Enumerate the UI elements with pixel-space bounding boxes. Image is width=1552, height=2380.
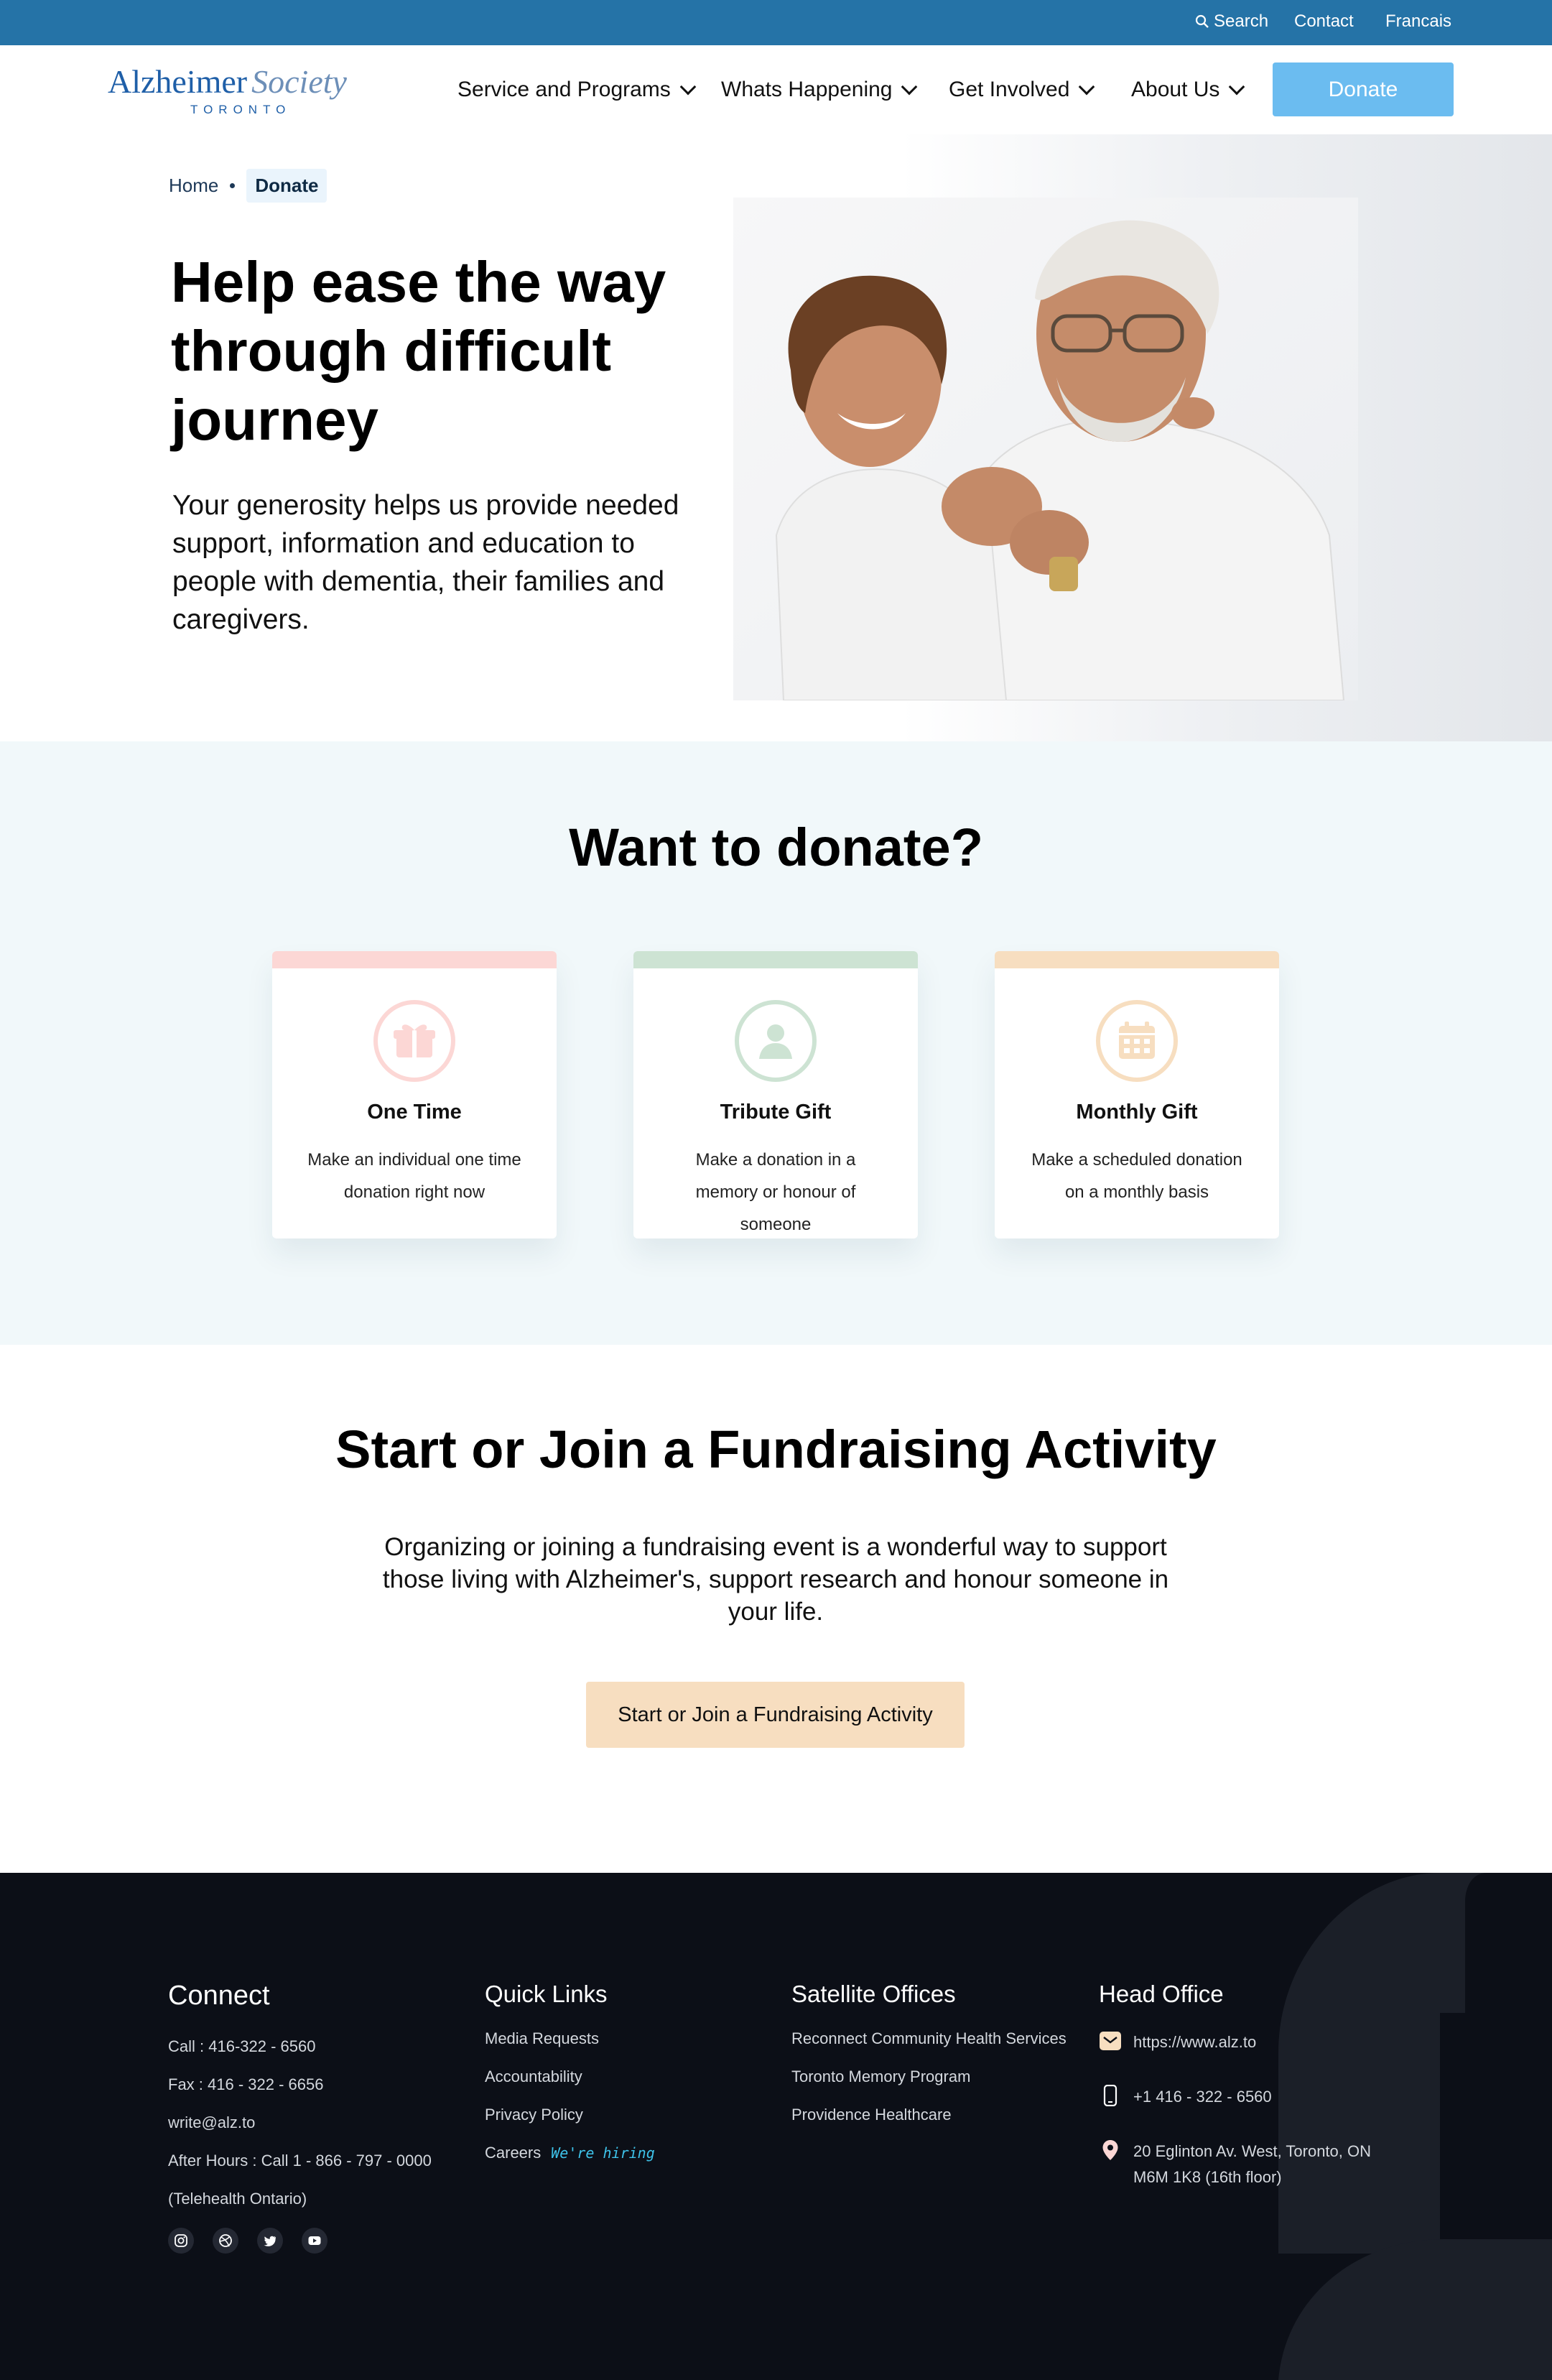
card-description: Make a donation in a memory or honour of… [695, 1150, 856, 1234]
twitter-icon[interactable] [257, 2228, 283, 2254]
gift-icon [373, 1000, 455, 1082]
search-link[interactable]: Search [1195, 11, 1268, 32]
nav-label: Whats Happening [721, 78, 893, 101]
nav-label: Service and Programs [457, 78, 671, 101]
site-footer: Connect Call : 416-322 - 6560 Fax : 416 … [0, 1873, 1552, 2380]
card-tribute-gift[interactable]: Tribute Gift Make a donation in a memory… [633, 951, 918, 1238]
social-links [168, 2228, 432, 2254]
chevron-down-icon [901, 78, 918, 96]
footer-heading: Satellite Offices [791, 1981, 956, 2007]
link-careers[interactable]: Careers We're hiring [485, 2144, 655, 2162]
footer-fax: Fax : 416 - 322 - 6656 [168, 2075, 324, 2093]
head-office-website[interactable]: https://www.alz.to [1099, 2029, 1371, 2055]
language-link[interactable]: Francais [1385, 11, 1451, 32]
hero-section: Home Donate Help ease the way through di… [0, 134, 1552, 741]
phone-icon [1099, 2084, 1122, 2107]
fundraising-title: Start or Join a Fundraising Activity [335, 1420, 1217, 1479]
breadcrumb-home[interactable]: Home [169, 175, 218, 197]
footer-email[interactable]: write@alz.to [168, 2113, 432, 2132]
head-office-address-text: 20 Eglinton Av. West, Toronto, ON M6M 1K8… [1133, 2142, 1371, 2186]
head-office-phone-text: +1 416 - 322 - 6560 [1133, 2088, 1272, 2106]
hero-title: Help ease the way through difficult jour… [171, 250, 666, 452]
instagram-icon[interactable] [168, 2228, 194, 2254]
card-description: Make an individual one time donation rig… [307, 1150, 521, 1202]
top-utility-bar: Search Contact Francais [0, 0, 1552, 45]
location-pin-icon [1099, 2139, 1122, 2162]
head-office-website-text: https://www.alz.to [1133, 2033, 1257, 2051]
nav-label: About Us [1131, 78, 1220, 101]
link-media-requests[interactable]: Media Requests [485, 2029, 655, 2048]
footer-head-office: Head Office https://www.alz.to +1 416 - … [1099, 1981, 1371, 2219]
dribbble-icon[interactable] [213, 2228, 238, 2254]
nav-about-us[interactable]: About Us [1131, 45, 1245, 134]
nav-whats-happening[interactable]: Whats Happening [721, 45, 918, 134]
footer-phone[interactable]: Call : 416-322 - 6560 [168, 2037, 432, 2056]
main-header: Alzheimer Society TORONTO Service and Pro… [0, 45, 1552, 134]
site-logo[interactable]: Alzheimer Society TORONTO [108, 62, 373, 120]
card-top-bar [633, 951, 918, 968]
fundraising-text: Organizing or joining a fundraising even… [382, 1533, 1169, 1626]
head-office-phone[interactable]: +1 416 - 322 - 6560 [1099, 2084, 1371, 2110]
youtube-icon[interactable] [302, 2228, 327, 2254]
footer-heading: Quick Links [485, 1981, 608, 2007]
search-icon [1195, 14, 1209, 28]
nav-get-involved[interactable]: Get Involved [949, 45, 1095, 134]
chevron-down-icon [1079, 78, 1095, 96]
card-monthly-gift[interactable]: Monthly Gift Make a scheduled donation o… [995, 951, 1279, 1238]
logo-city: TORONTO [190, 103, 292, 116]
link-privacy-policy[interactable]: Privacy Policy [485, 2106, 655, 2124]
footer-connect: Connect Call : 416-322 - 6560 Fax : 416 … [168, 1981, 432, 2254]
person-icon [735, 1000, 817, 1082]
breadcrumb-separator [230, 183, 236, 188]
start-fundraising-button[interactable]: Start or Join a Fundraising Activity [586, 1682, 965, 1748]
card-title: One Time [367, 1101, 462, 1124]
footer-after-hours: After Hours : Call 1 - 866 - 797 - 0000 [168, 2152, 432, 2170]
footer-telehealth: (Telehealth Ontario) [168, 2190, 307, 2208]
link-providence[interactable]: Providence Healthcare [791, 2106, 1067, 2124]
contact-link[interactable]: Contact [1294, 11, 1354, 32]
link-toronto-memory[interactable]: Toronto Memory Program [791, 2068, 1067, 2086]
link-reconnect[interactable]: Reconnect Community Health Services [791, 2029, 1067, 2048]
card-title: Monthly Gift [1076, 1101, 1198, 1124]
card-one-time[interactable]: One Time Make an individual one time don… [272, 951, 557, 1238]
careers-label: Careers [485, 2144, 542, 2162]
donate-options-section: Want to donate? One Time Make an individ… [0, 741, 1552, 1345]
card-top-bar [995, 951, 1279, 968]
breadcrumb-current: Donate [246, 169, 327, 203]
search-label: Search [1214, 11, 1269, 31]
card-title: Tribute Gift [720, 1101, 832, 1124]
footer-heading: Head Office [1099, 1981, 1224, 2007]
footer-satellite-offices: Satellite Offices Reconnect Community He… [791, 1981, 1067, 2144]
link-accountability[interactable]: Accountability [485, 2068, 655, 2086]
card-description: Make a scheduled donation on a monthly b… [1031, 1150, 1242, 1202]
breadcrumb: Home Donate [169, 169, 327, 203]
footer-heading: Connect [168, 1981, 270, 2011]
footer-quick-links: Quick Links Media Requests Accountabilit… [485, 1981, 655, 2182]
mail-icon [1099, 2029, 1122, 2052]
chevron-down-icon [1229, 78, 1245, 96]
hero-text: Your generosity helps us provide needed … [172, 490, 679, 635]
nav-label: Get Involved [949, 78, 1070, 101]
card-top-bar [272, 951, 557, 968]
chevron-down-icon [679, 78, 697, 96]
hero-photo-elderly-couple [733, 198, 1358, 700]
donate-section-title: Want to donate? [569, 818, 983, 877]
hiring-badge: We're hiring [551, 2144, 655, 2162]
nav-service-programs[interactable]: Service and Programs [457, 45, 697, 134]
donate-button[interactable]: Donate [1273, 62, 1454, 116]
logo-wordmark: Alzheimer Society [108, 63, 347, 100]
head-office-address: 20 Eglinton Av. West, Toronto, ON M6M 1K8… [1099, 2139, 1371, 2190]
calendar-icon [1096, 1000, 1178, 1082]
